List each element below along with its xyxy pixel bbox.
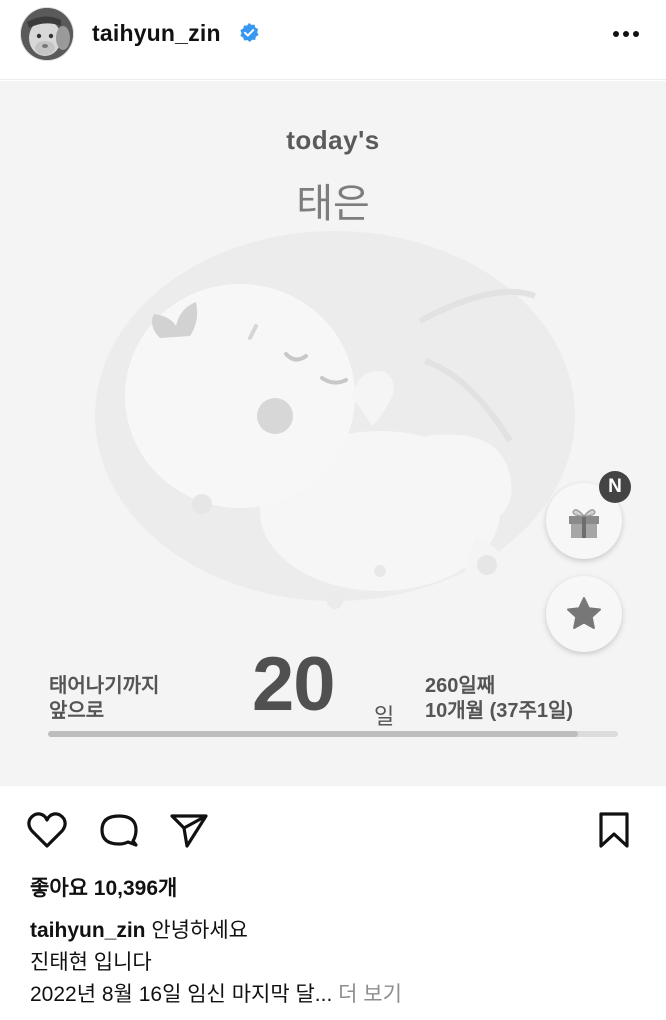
today-heading: today's bbox=[286, 125, 380, 155]
days-left-count: 20 bbox=[252, 642, 336, 727]
send-icon[interactable] bbox=[168, 810, 210, 850]
heart-icon[interactable] bbox=[26, 810, 68, 850]
days-unit: 일 bbox=[374, 704, 395, 729]
fetus-illustration bbox=[95, 231, 575, 609]
show-more-link[interactable]: 더 보기 bbox=[338, 983, 402, 1006]
post-author-username[interactable]: taihyun_zin bbox=[92, 20, 221, 47]
comment-icon[interactable] bbox=[98, 810, 140, 850]
caption-text-2: 진태현 입니다 bbox=[30, 951, 152, 974]
baby-name: 태은 bbox=[296, 182, 370, 226]
post-action-bar bbox=[0, 786, 666, 866]
caption-text-1: 안녕하세요 bbox=[151, 919, 248, 942]
caption-text-3: 2022년 8월 16일 임신 마지막 달... bbox=[30, 983, 333, 1006]
new-badge: N bbox=[599, 471, 631, 503]
post-header: taihyun_zin bbox=[0, 0, 666, 80]
gift-icon bbox=[569, 509, 599, 538]
post-caption: taihyun_zin 안녕하세요 진태현 입니다 2022년 8월 16일 임… bbox=[30, 915, 402, 1011]
until-label-line1: 태어나기까지 bbox=[49, 675, 160, 697]
bookmark-icon[interactable] bbox=[594, 810, 634, 850]
pregnancy-progress-fill bbox=[48, 731, 579, 737]
day-count: 260일째 bbox=[425, 675, 496, 697]
caption-username[interactable]: taihyun_zin bbox=[30, 919, 146, 942]
pregnancy-progress-bar bbox=[48, 731, 618, 737]
star-icon bbox=[567, 597, 601, 629]
pregnancy-info: 260일째 10개월 (37주1일) bbox=[425, 674, 573, 724]
verified-badge-icon bbox=[240, 22, 259, 42]
until-birth-label: 태어나기까지 앞으로 bbox=[49, 674, 159, 724]
likes-count[interactable]: 좋아요 10,396개 bbox=[30, 872, 177, 902]
more-options-icon[interactable] bbox=[610, 22, 642, 46]
favorite-button[interactable] bbox=[546, 576, 622, 652]
avatar[interactable] bbox=[20, 7, 74, 61]
caption-line-3: 2022년 8월 16일 임신 마지막 달... 더 보기 bbox=[30, 979, 402, 1011]
caption-line-1: taihyun_zin 안녕하세요 bbox=[30, 915, 402, 947]
until-label-line2: 앞으로 bbox=[49, 700, 105, 722]
post-image[interactable]: today's 태은 N 태어나기까지 앞으로 20 일 260일째 10개월 … bbox=[0, 81, 666, 786]
month-week: 10개월 (37주1일) bbox=[425, 700, 574, 722]
